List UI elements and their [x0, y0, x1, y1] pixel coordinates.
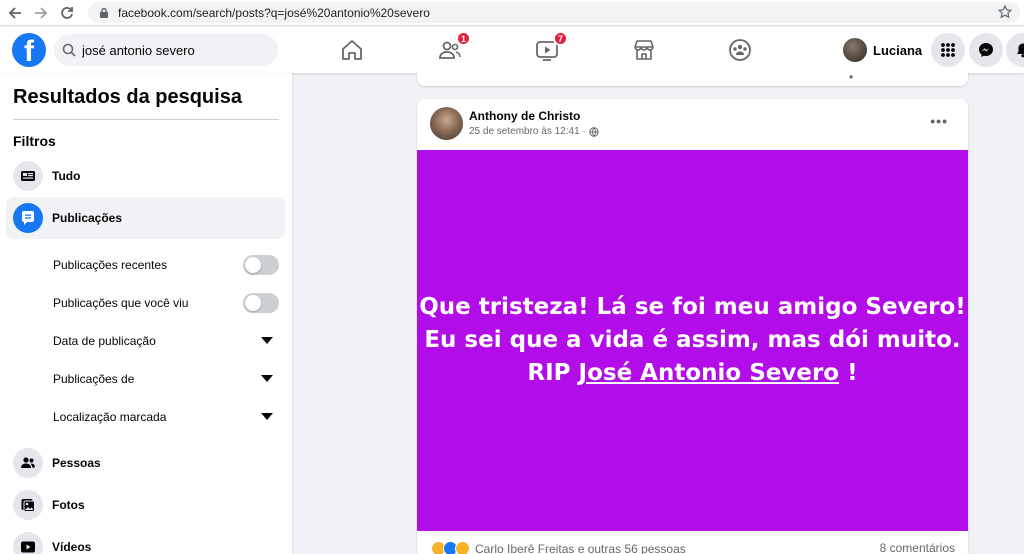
post-line: Que tristeza! Lá se foi meu amigo Severo… — [419, 294, 966, 320]
previous-post-card: • — [417, 70, 968, 86]
filter-label: Localização marcada — [53, 410, 167, 424]
watch-nav-button[interactable]: 7 — [534, 31, 568, 63]
groups-nav-button[interactable] — [727, 37, 753, 63]
post-timestamp[interactable]: 25 de setembro às 12:41 — [469, 126, 580, 137]
notifications-button[interactable] — [1006, 33, 1024, 67]
more-options-icon[interactable]: ••• — [930, 113, 948, 129]
post-text-suffix: ! — [839, 360, 858, 386]
reactions-summary[interactable]: Carlo Iberê Freitas e outras 56 pessoas — [431, 541, 686, 554]
marketplace-nav-button[interactable] — [631, 37, 657, 63]
caret-down-icon — [261, 375, 273, 382]
reload-icon[interactable] — [56, 2, 78, 24]
sidebar-item-posts[interactable]: Publicações — [6, 197, 285, 239]
search-sidebar: Resultados da pesquisa Filtros Tudo Publ… — [0, 73, 292, 554]
filter-seen-posts: Publicações que você viu — [53, 291, 279, 315]
separator-dot: · — [579, 126, 589, 137]
friends-badge: 1 — [455, 31, 471, 46]
filter-label: Data de publicação — [53, 334, 156, 348]
post-text-prefix: RIP — [527, 360, 579, 386]
facebook-logo-letter: f — [24, 35, 34, 67]
comments-count[interactable]: 8 comentários — [880, 541, 955, 554]
friends-nav-button[interactable]: 1 — [437, 31, 471, 63]
video-icon — [13, 532, 43, 554]
post-meta: 25 de setembro às 12:41 · — [469, 126, 599, 137]
toggle-knob — [245, 257, 261, 273]
filters-heading: Filtros — [13, 133, 56, 149]
menu-button[interactable] — [931, 33, 965, 67]
address-bar[interactable]: facebook.com/search/posts?q=josé%20anton… — [88, 2, 1020, 23]
filter-label: Publicações recentes — [53, 258, 168, 272]
lock-icon — [100, 7, 108, 18]
sidebar-title: Resultados da pesquisa — [13, 86, 242, 108]
sidebar-item-videos[interactable]: Vídeos — [6, 526, 285, 554]
sidebar-item-photos[interactable]: Fotos — [6, 484, 285, 526]
sidebar-item-label: Pessoas — [52, 456, 101, 470]
recent-posts-toggle[interactable] — [243, 255, 279, 275]
filter-recent-posts: Publicações recentes — [53, 253, 279, 277]
post-background: Que tristeza! Lá se foi meu amigo Severo… — [417, 150, 968, 531]
messenger-icon — [979, 43, 993, 57]
facebook-header: f 1 7 Luciana — [0, 27, 1024, 73]
avatar — [843, 38, 867, 62]
post-text: Que tristeza! Lá se foi meu amigo Severo… — [419, 291, 966, 390]
messenger-button[interactable] — [969, 33, 1003, 67]
search-icon — [62, 43, 76, 57]
sidebar-item-label: Publicações — [52, 211, 123, 225]
sidebar-item-label: Tudo — [52, 169, 81, 183]
forward-arrow-icon[interactable] — [30, 2, 52, 24]
post-card: Anthony de Christo 25 de setembro às 12:… — [417, 99, 968, 554]
facebook-logo[interactable]: f — [12, 33, 46, 67]
photos-icon — [13, 490, 43, 520]
post-line: Eu sei que a vida é assim, mas dói muito… — [424, 327, 961, 353]
profile-name: Luciana — [873, 42, 923, 58]
bookmark-star-icon[interactable] — [998, 5, 1012, 19]
avatar[interactable] — [430, 107, 463, 140]
caret-down-icon — [261, 337, 273, 344]
filter-location-dropdown[interactable]: Localização marcada — [53, 405, 279, 429]
divider — [13, 119, 279, 120]
bell-icon — [1017, 43, 1024, 58]
posts-icon — [13, 203, 43, 233]
profile-chip[interactable]: Luciana — [843, 37, 922, 63]
back-arrow-icon[interactable] — [4, 2, 26, 24]
filter-label: Publicações de — [53, 372, 135, 386]
home-nav-button[interactable] — [339, 37, 365, 63]
sidebar-item-label: Fotos — [52, 498, 85, 512]
url-text: facebook.com/search/posts?q=josé%20anton… — [118, 5, 430, 20]
reactions-text: Carlo Iberê Freitas e outras 56 pessoas — [475, 541, 686, 554]
sidebar-item-people[interactable]: Pessoas — [6, 442, 285, 484]
toggle-knob — [245, 295, 261, 311]
search-input[interactable] — [82, 42, 262, 58]
filter-date-dropdown[interactable]: Data de publicação — [53, 329, 279, 353]
dot-icon: • — [849, 70, 854, 84]
marketplace-icon — [634, 40, 654, 60]
home-icon — [342, 40, 362, 60]
sidebar-item-all[interactable]: Tudo — [6, 155, 285, 197]
caret-down-icon — [261, 413, 273, 420]
post-line: RIP José Antonio Severo ! — [419, 357, 966, 390]
watch-badge: 7 — [552, 31, 568, 46]
globe-icon — [588, 126, 599, 137]
groups-icon — [729, 39, 751, 61]
feed-icon — [13, 161, 43, 191]
filter-posts-from-dropdown[interactable]: Publicações de — [53, 367, 279, 391]
filter-label: Publicações que você viu — [53, 296, 189, 310]
people-icon — [13, 448, 43, 478]
mention-link[interactable]: José Antonio Severo — [579, 360, 840, 386]
sidebar-item-label: Vídeos — [52, 540, 92, 554]
post-author[interactable]: Anthony de Christo — [469, 109, 580, 123]
seen-posts-toggle[interactable] — [243, 293, 279, 313]
browser-toolbar: facebook.com/search/posts?q=josé%20anton… — [0, 0, 1024, 26]
search-box[interactable] — [54, 34, 278, 66]
grid-menu-icon — [941, 43, 955, 57]
care-reaction-icon — [455, 541, 470, 554]
